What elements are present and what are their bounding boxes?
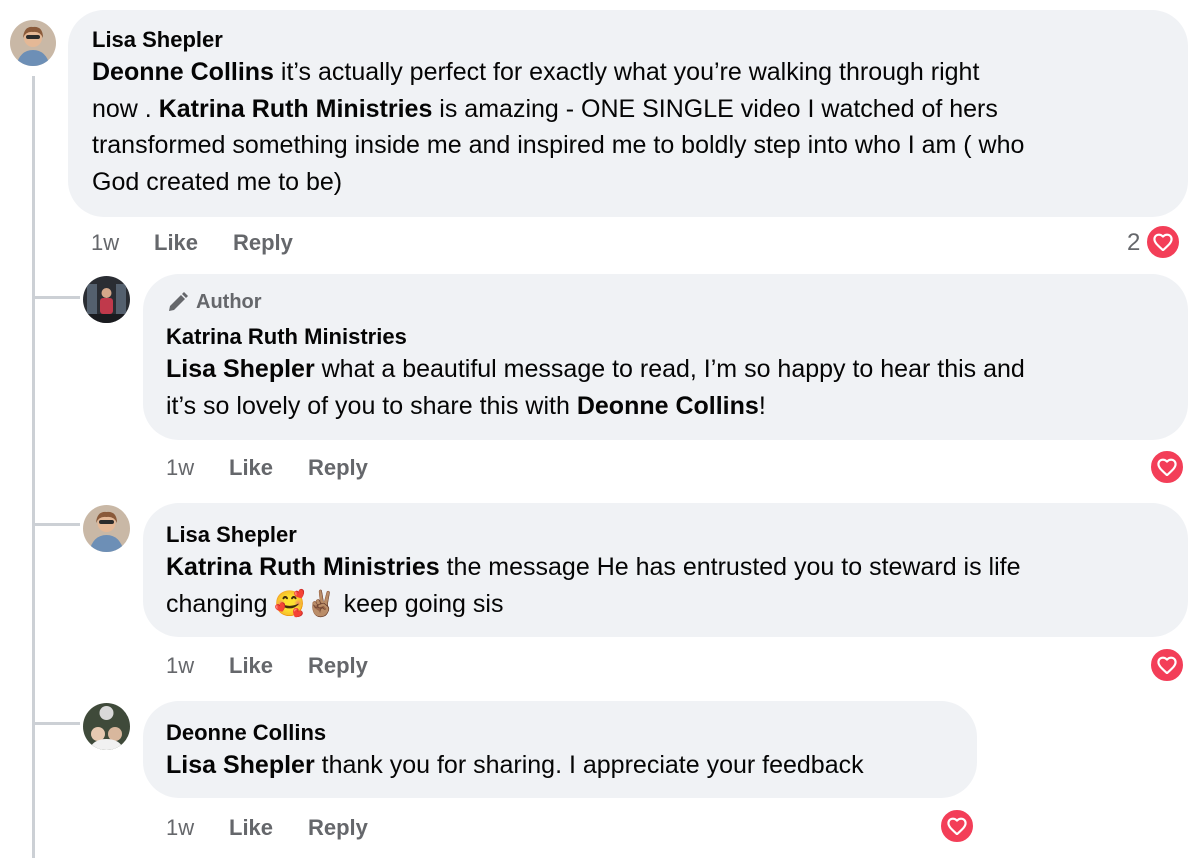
mention-link[interactable]: Lisa Shepler — [166, 355, 315, 383]
reply-button[interactable]: Reply — [233, 230, 293, 256]
mention-link[interactable]: Katrina Ruth Ministries — [159, 95, 433, 123]
comment-line: it’s so lovely of you to share this with… — [166, 388, 1165, 425]
reply-button[interactable]: Reply — [308, 455, 368, 481]
reply-text: Katrina Ruth Ministries the message He h… — [166, 549, 1165, 622]
comment-text-segment: transformed something inside me and insp… — [92, 131, 1025, 159]
comment-text-segment: changing 🥰✌🏽 keep going sis — [166, 589, 504, 618]
mention-link[interactable]: Deonne Collins — [92, 58, 274, 86]
like-button[interactable]: Like — [229, 815, 273, 841]
comment-actions: 1w Like Reply — [91, 230, 391, 260]
thread-connector-1 — [32, 296, 80, 299]
mention-link[interactable]: Katrina Ruth Ministries — [166, 553, 440, 581]
comment-text-segment: what a beautiful message to read, I’m so… — [314, 355, 1025, 383]
comment-text: Deonne Collins it’s actually perfect for… — [92, 54, 1164, 200]
heart-icon[interactable] — [1148, 448, 1186, 486]
avatar-lisa-shepler[interactable] — [83, 505, 130, 552]
reply-timestamp[interactable]: 1w — [166, 815, 194, 841]
like-button[interactable]: Like — [154, 230, 198, 256]
thread-line-vertical — [32, 76, 35, 858]
thread-connector-2 — [32, 523, 80, 526]
comment-author[interactable]: Lisa Shepler — [92, 26, 1164, 54]
author-badge-label: Author — [196, 290, 262, 313]
reply-bubble: Lisa Shepler Katrina Ruth Ministries the… — [143, 503, 1188, 637]
heart-icon[interactable] — [1144, 223, 1182, 261]
comment-text-segment: is amazing - ONE SINGLE video I watched … — [432, 94, 998, 123]
like-button[interactable]: Like — [229, 653, 273, 679]
pen-icon — [169, 292, 188, 311]
avatar-deonne-collins[interactable] — [83, 703, 130, 750]
avatar-katrina-ruth-ministries[interactable] — [83, 276, 130, 323]
reply-actions: 1w Like Reply — [166, 455, 466, 485]
heart-icon[interactable] — [938, 807, 976, 845]
thread-connector-3 — [32, 722, 80, 725]
mention-link[interactable]: Deonne Collins — [577, 392, 759, 420]
comment-line: now . Katrina Ruth Ministries is amazing… — [92, 91, 1164, 128]
comment-text-segment: God created me to be) — [92, 167, 343, 196]
reply-actions: 1w Like Reply — [166, 653, 466, 683]
avatar-lisa-shepler[interactable] — [10, 20, 56, 66]
comment-text-segment: now . — [92, 94, 159, 123]
comment-text-segment: thank you for sharing. I appreciate your… — [314, 751, 864, 779]
comment-text-segment: it’s so lovely of you to share this with — [166, 391, 577, 420]
reply-author[interactable]: Katrina Ruth Ministries — [166, 323, 1165, 351]
comment-line: changing 🥰✌🏽 keep going sis — [166, 586, 1165, 623]
comment-text-segment: ! — [758, 391, 766, 420]
reply-timestamp[interactable]: 1w — [166, 653, 194, 679]
like-button[interactable]: Like — [229, 455, 273, 481]
reply-text: Lisa Shepler thank you for sharing. I ap… — [166, 747, 954, 784]
comment-bubble: Lisa Shepler Deonne Collins it’s actuall… — [68, 10, 1188, 217]
reply-button[interactable]: Reply — [308, 653, 368, 679]
author-badge: Author — [166, 288, 1165, 316]
comment-timestamp[interactable]: 1w — [91, 230, 119, 256]
reply-text: Lisa Shepler what a beautiful message to… — [166, 351, 1165, 424]
reply-bubble: Author Katrina Ruth Ministries Lisa Shep… — [143, 274, 1188, 440]
mention-link[interactable]: Lisa Shepler — [166, 751, 315, 779]
reply-bubble: Deonne Collins Lisa Shepler thank you fo… — [143, 701, 977, 798]
comment-text-segment: the message He has entrusted you to stew… — [439, 553, 1021, 581]
reaction-count[interactable]: 2 — [1127, 229, 1140, 257]
reply-timestamp[interactable]: 1w — [166, 455, 194, 481]
comment-line: Katrina Ruth Ministries the message He h… — [166, 549, 1165, 586]
reply-actions: 1w Like Reply — [166, 815, 466, 845]
comment-line: transformed something inside me and insp… — [92, 127, 1164, 164]
reply-button[interactable]: Reply — [308, 815, 368, 841]
comment-text-segment: it’s actually perfect for exactly what y… — [273, 58, 980, 86]
comment-line: God created me to be) — [92, 164, 1164, 201]
comment-line: Lisa Shepler thank you for sharing. I ap… — [166, 747, 954, 784]
reply-author[interactable]: Deonne Collins — [166, 719, 954, 747]
heart-icon[interactable] — [1148, 646, 1186, 684]
comment-line: Lisa Shepler what a beautiful message to… — [166, 351, 1165, 388]
comment-line: Deonne Collins it’s actually perfect for… — [92, 54, 1164, 91]
reply-author[interactable]: Lisa Shepler — [166, 521, 1165, 549]
